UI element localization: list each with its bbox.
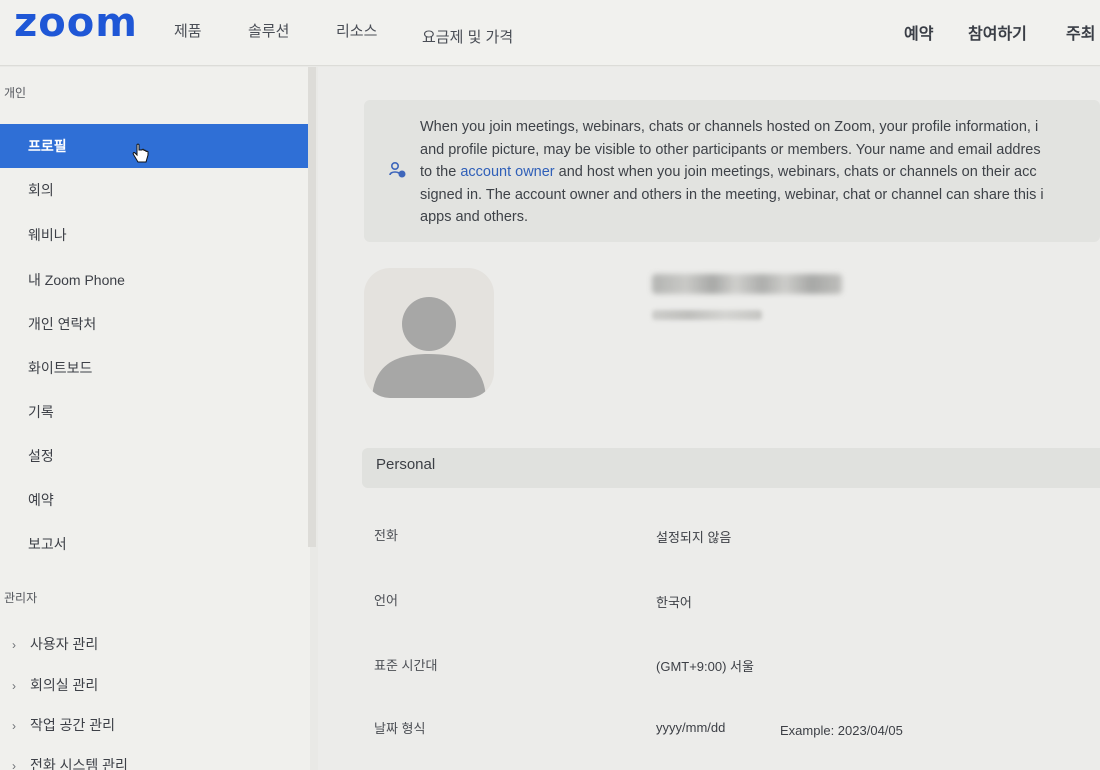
chevron-right-icon: ›: [12, 719, 16, 733]
nav-resources[interactable]: 리소스: [336, 20, 377, 41]
zoom-logo[interactable]: zoom: [14, 0, 138, 46]
sidebar-item-settings[interactable]: 설정: [0, 434, 308, 478]
user-silhouette-icon: [372, 297, 486, 398]
profile-subname-redacted: [652, 310, 762, 320]
chevron-right-icon: ›: [12, 759, 16, 770]
nav-pricing[interactable]: 요금제 및 가격: [422, 26, 513, 47]
sidebar-item-workspace-management[interactable]: › 작업 공간 관리: [0, 705, 308, 745]
sidebar-heading-personal: 개인: [4, 86, 27, 100]
timezone-label: 표준 시간대: [374, 658, 438, 673]
chevron-right-icon: ›: [12, 638, 16, 652]
section-title-personal: Personal: [376, 456, 436, 473]
language-label: 언어: [374, 593, 398, 608]
sidebar-scrollbar[interactable]: [308, 67, 316, 547]
chevron-right-icon: ›: [12, 679, 16, 693]
sidebar-item-recordings[interactable]: 기록: [0, 390, 308, 434]
user-info-icon: [389, 161, 406, 178]
sidebar-heading-admin: 관리자: [4, 591, 38, 605]
phone-label: 전화: [374, 528, 398, 543]
sidebar-item-contacts[interactable]: 개인 연락처: [0, 302, 308, 346]
nav-solutions[interactable]: 솔루션: [248, 20, 289, 41]
sidebar-item-room-management[interactable]: › 회의실 관리: [0, 665, 308, 705]
sidebar-item-webinars[interactable]: 웨비나: [0, 213, 308, 257]
sidebar-item-user-management[interactable]: › 사용자 관리: [0, 624, 308, 664]
privacy-notice-text: When you join meetings, webinars, chats …: [420, 119, 1044, 225]
language-value: 한국어: [656, 595, 692, 610]
sidebar-item-meetings[interactable]: 회의: [0, 168, 308, 212]
personal-section-header: [362, 448, 1100, 488]
sidebar-item-profile[interactable]: 프로필: [0, 124, 308, 168]
date-format-label: 날짜 형식: [374, 721, 426, 736]
nav-products[interactable]: 제품: [174, 20, 202, 41]
top-nav: zoom 제품 솔루션 리소스 요금제 및 가격 예약 참여하기 주최: [0, 0, 1100, 66]
date-format-value: yyyy/mm/dd: [656, 720, 726, 735]
phone-value: 설정되지 않음: [656, 530, 732, 545]
nav-join[interactable]: 참여하기: [968, 20, 1027, 44]
account-owner-link[interactable]: account owner: [460, 164, 554, 180]
sidebar-item-scheduler[interactable]: 예약: [0, 478, 308, 522]
sidebar-item-phone-system[interactable]: › 전화 시스템 관리: [0, 745, 308, 770]
avatar[interactable]: [364, 268, 494, 398]
sidebar-item-zoom-phone[interactable]: 내 Zoom Phone: [0, 258, 308, 302]
hand-cursor-icon: [132, 143, 149, 163]
profile-name-redacted: [652, 274, 842, 294]
sidebar-item-whiteboards[interactable]: 화이트보드: [0, 346, 308, 390]
nav-host[interactable]: 주최: [1066, 20, 1095, 44]
sidebar-item-reports[interactable]: 보고서: [0, 522, 308, 566]
nav-schedule[interactable]: 예약: [904, 20, 933, 44]
timezone-value: (GMT+9:00) 서울: [656, 659, 754, 674]
date-format-example: Example: 2023/04/05: [780, 723, 903, 738]
